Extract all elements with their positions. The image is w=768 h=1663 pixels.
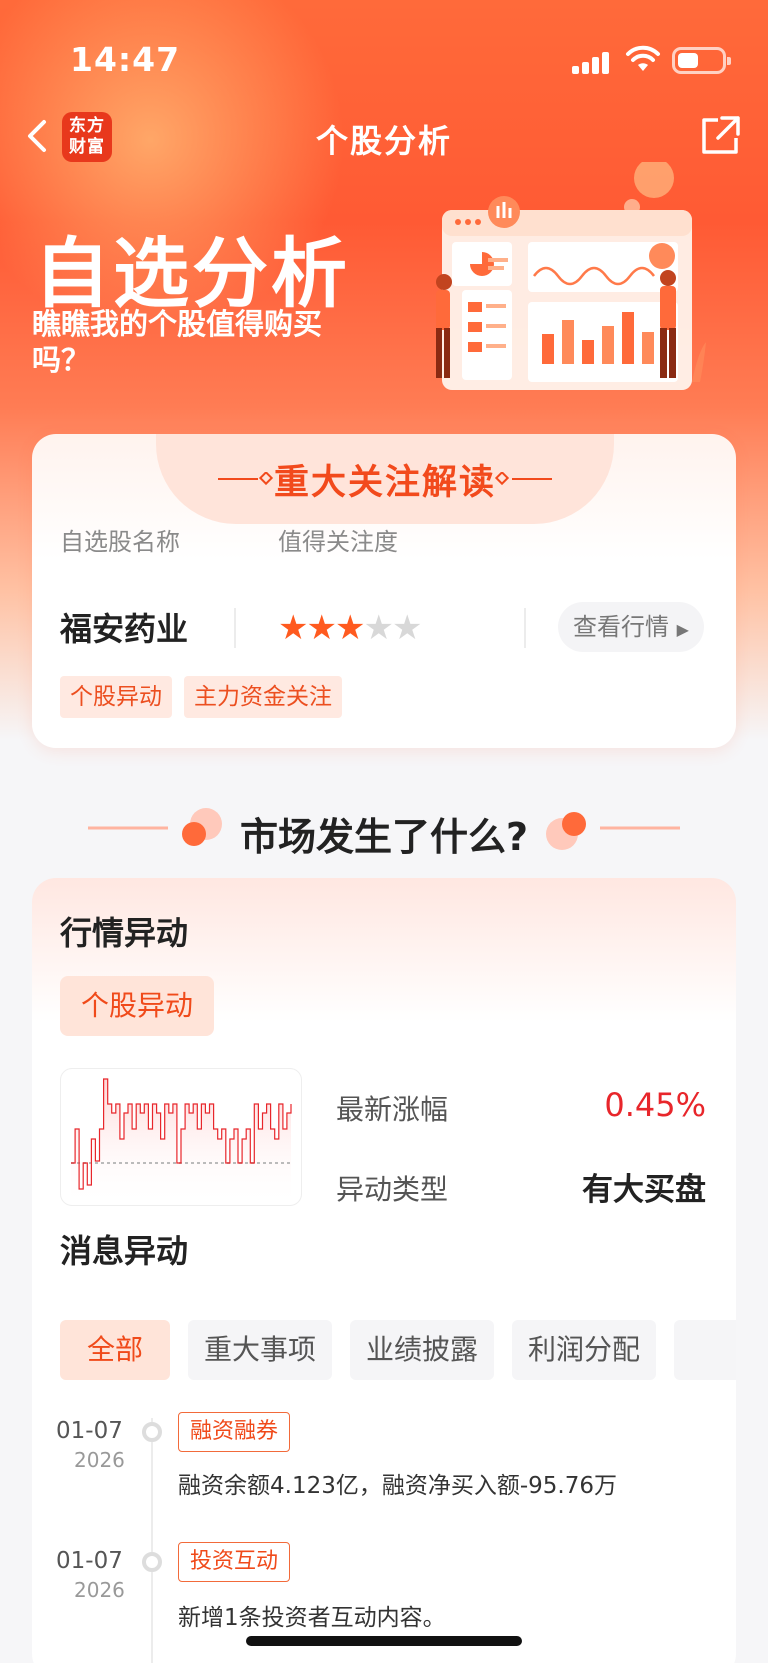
timeline-date: 01-07 — [56, 1548, 123, 1574]
home-indicator — [246, 1636, 522, 1646]
intraday-mini-chart — [60, 1068, 302, 1206]
timeline-dot — [142, 1552, 162, 1572]
analysis-illustration — [436, 162, 706, 390]
timeline-tag: 融资融券 — [178, 1412, 291, 1452]
stock-name-label: 自选股名称 — [60, 528, 180, 556]
divider — [234, 608, 236, 648]
market-movement-heading: 行情异动 — [60, 914, 189, 952]
timeline-line — [151, 1418, 153, 1663]
filter-profit-distribution[interactable]: 利润分配 — [512, 1320, 656, 1380]
star-empty-icon: ★ — [363, 608, 394, 648]
movement-type-value: 有大买盘 — [582, 1172, 706, 1208]
tag-main-fund: 主力资金关注 — [184, 676, 342, 718]
filter-major-events[interactable]: 重大事项 — [188, 1320, 332, 1380]
banner-subtitle: 瞧瞧我的个股值得购买吗？ — [32, 307, 323, 377]
attention-rating: ★★★★★ — [278, 608, 423, 648]
latest-change-value: 0.45% — [604, 1086, 706, 1124]
timeline-dot — [142, 1422, 162, 1442]
wifi-icon — [626, 45, 660, 71]
nav-bar: 东方 财富 个股分析 — [0, 108, 768, 164]
attention-label: 值得关注度 — [278, 528, 398, 556]
tag-stock-movement: 个股异动 — [60, 676, 172, 718]
timeline-year: 2026 — [74, 1448, 125, 1472]
stock-movement-pill[interactable]: 个股异动 — [60, 976, 214, 1036]
filter-all[interactable]: 全部 — [60, 1320, 170, 1380]
timeline-date: 01-07 — [56, 1418, 123, 1444]
mini-chart-svg — [71, 1078, 292, 1205]
timeline-text: 新增1条投资者互动内容。 — [178, 1605, 446, 1631]
focus-card-header: 重大关注解读 — [156, 434, 614, 524]
latest-change-label: 最新涨幅 — [336, 1093, 449, 1126]
movement-type-label: 异动类型 — [336, 1173, 449, 1206]
star-filled-icon: ★ — [306, 608, 337, 648]
filter-earnings[interactable]: 业绩披露 — [350, 1320, 494, 1380]
star-filled-icon: ★ — [334, 608, 366, 648]
share-icon[interactable] — [698, 114, 742, 158]
stock-name: 福安药业 — [60, 610, 189, 648]
timeline-tag: 投资互动 — [178, 1542, 291, 1582]
status-time: 14:47 — [70, 40, 181, 79]
news-movement-heading: 消息异动 — [60, 1232, 189, 1270]
star-filled-icon: ★ — [278, 608, 309, 648]
view-quote-button[interactable]: 查看行情 ▶ — [558, 602, 704, 652]
filter-more-partial[interactable] — [674, 1320, 736, 1380]
battery-icon — [672, 47, 731, 74]
focus-card: 重大关注解读 自选股名称 值得关注度 福安药业 ★★★★★ 查看行情 ▶ 个股异… — [32, 434, 736, 748]
timeline-year: 2026 — [74, 1578, 125, 1602]
status-bar: 14:47 — [0, 0, 768, 110]
star-empty-icon: ★ — [391, 608, 423, 648]
diamond-deco-icon — [494, 472, 552, 486]
timeline-text: 融资余额4.123亿，融资净买入额-95.76万 — [178, 1473, 617, 1499]
section-deco-right-icon — [546, 812, 680, 850]
market-card: 行情异动 个股异动 最新涨幅 0.45% 异动类型 有大买盘 消息异动 全部 重… — [32, 878, 736, 1663]
cellular-signal-icon — [572, 52, 612, 74]
page-title: 个股分析 — [315, 122, 452, 160]
caret-right-icon: ▶ — [676, 620, 689, 639]
divider — [524, 608, 526, 648]
view-quote-label: 查看行情 — [573, 613, 670, 641]
